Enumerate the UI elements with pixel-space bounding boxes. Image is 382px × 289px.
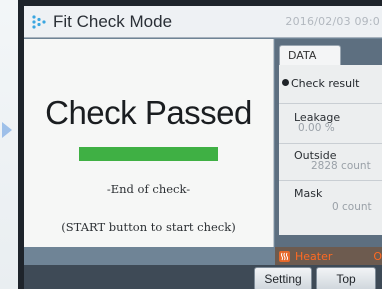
heater-state: O: [373, 250, 382, 263]
tab-data[interactable]: DATA: [279, 45, 341, 65]
page-title: Fit Check Mode: [53, 11, 173, 31]
title-bar: Fit Check Mode 2016/02/03 09:0: [24, 6, 382, 38]
heater-label: Heater: [295, 249, 333, 263]
divider: [279, 180, 382, 181]
divider: [279, 103, 382, 104]
heater-status-bar: Heater O: [275, 247, 382, 265]
leakage-value: 0.00 %: [298, 122, 335, 134]
status-strip: [24, 247, 275, 265]
data-panel: DATA Check result Leakage 0.00 % Outside…: [275, 39, 382, 247]
divider: [279, 143, 382, 144]
bullet-icon: [282, 79, 289, 86]
end-of-check-label: -End of check-: [106, 182, 191, 196]
datetime-display: 2016/02/03 09:0: [285, 15, 380, 28]
device-frame: Fit Check Mode 2016/02/03 09:0 Check Pas…: [18, 0, 382, 289]
check-result-text: Check result: [291, 77, 360, 90]
check-status-text: Check Passed: [45, 94, 252, 131]
outside-value: 2828 count: [311, 160, 371, 172]
progress-bar: [79, 147, 218, 161]
screen: Fit Check Mode 2016/02/03 09:0 Check Pas…: [24, 6, 382, 289]
heater-icon: [279, 250, 290, 262]
mask-value: 0 count: [332, 201, 372, 213]
top-button[interactable]: Top: [316, 267, 376, 289]
progress-fill: [79, 147, 218, 161]
setting-button[interactable]: Setting: [254, 267, 312, 289]
app-dots-icon: [31, 14, 47, 30]
check-result-label: Check result: [282, 77, 359, 90]
start-hint-label: (START button to start check): [61, 220, 236, 234]
result-panel: Check Passed -End of check- (START butto…: [24, 39, 274, 247]
data-card: Check result Leakage 0.00 % Outside 2828…: [279, 65, 382, 235]
pointer-arrow: [2, 122, 12, 138]
mask-label: Mask: [294, 187, 323, 200]
footer-bar: Setting Top: [24, 265, 382, 289]
